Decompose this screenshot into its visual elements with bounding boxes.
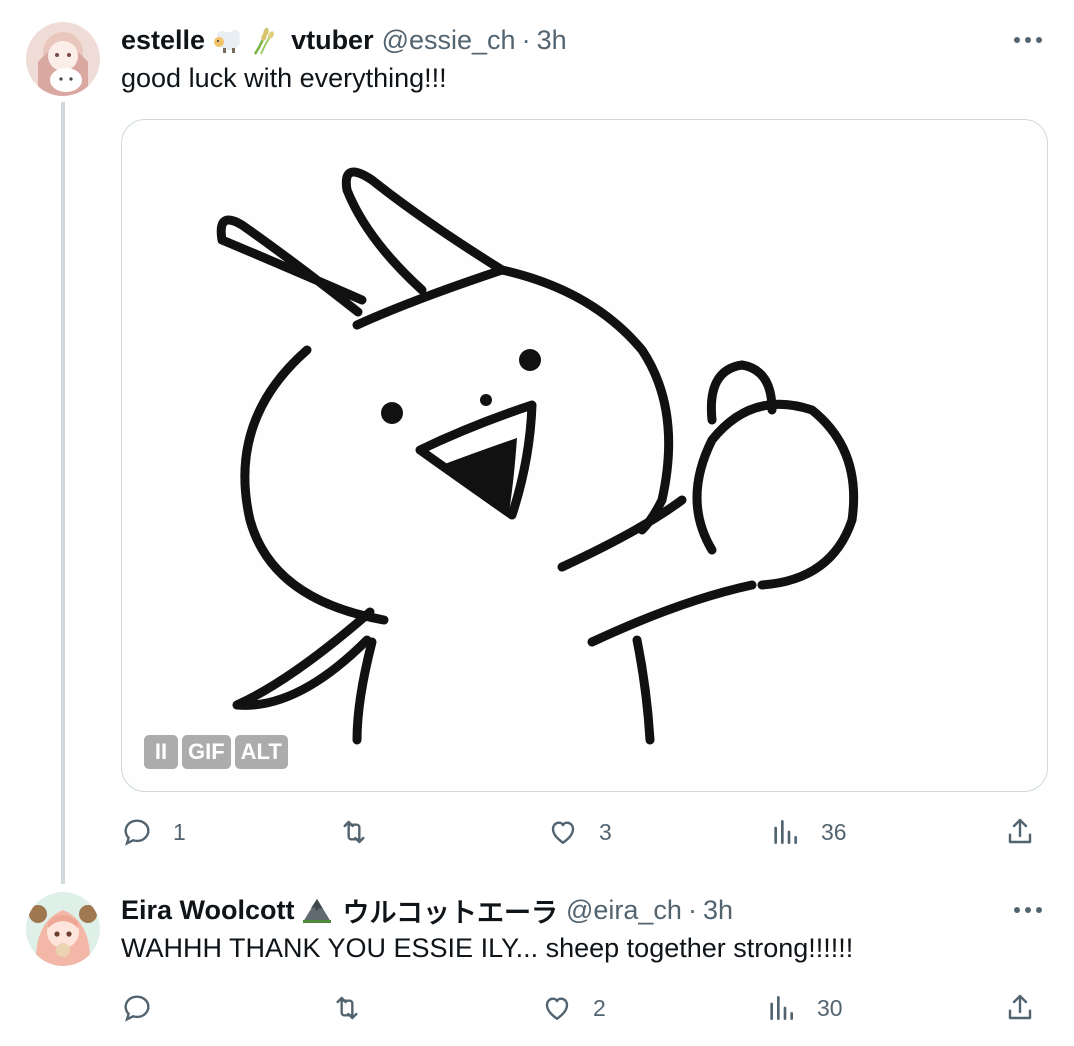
gif-badge: GIF xyxy=(182,735,231,769)
user-handle[interactable]: @essie_ch xyxy=(382,25,516,56)
views-icon xyxy=(774,820,797,844)
tweet-header: estelle vtuber @essie_ch · 3h xyxy=(121,22,567,58)
timestamp[interactable]: 3h xyxy=(703,895,733,926)
like-button[interactable]: 3 xyxy=(547,812,612,852)
display-name-suffix[interactable]: vtuber xyxy=(291,25,374,56)
more-icon xyxy=(1014,907,1042,913)
retweet-icon xyxy=(336,996,358,1020)
alt-text-button[interactable]: ALT xyxy=(234,735,288,769)
reply-icon xyxy=(124,819,150,846)
bunny-thumbs-up-illustration xyxy=(216,167,859,745)
user-handle[interactable]: @eira_ch xyxy=(566,895,682,926)
like-count: 3 xyxy=(599,818,612,845)
separator-dot: · xyxy=(687,894,697,925)
mountain-emoji xyxy=(301,894,333,926)
more-options-button[interactable] xyxy=(1010,892,1046,928)
share-button[interactable] xyxy=(1004,988,1036,1028)
avatar[interactable] xyxy=(26,22,100,96)
views-icon xyxy=(770,996,793,1020)
views-button[interactable]: 36 xyxy=(769,812,847,852)
like-count: 2 xyxy=(593,994,606,1021)
reply-button[interactable] xyxy=(121,988,173,1028)
views-count: 36 xyxy=(821,818,847,845)
reply-count: 1 xyxy=(173,818,186,845)
media-badges: II GIF ALT xyxy=(144,735,288,769)
views-count: 30 xyxy=(817,994,843,1021)
tweet-actions: 2 30 xyxy=(121,988,1046,1028)
rice-plant-emoji xyxy=(249,24,281,56)
more-icon xyxy=(1014,37,1042,43)
tweet-text: good luck with everything!!! xyxy=(121,63,447,93)
reply-icon xyxy=(124,995,150,1022)
reply-button[interactable]: 1 xyxy=(121,812,186,852)
retweet-icon xyxy=(343,820,365,844)
tweet-text: WAHHH THANK YOU ESSIE ILY... sheep toget… xyxy=(121,933,854,963)
heart-icon xyxy=(551,821,575,844)
heart-icon xyxy=(545,997,569,1020)
display-name-suffix[interactable]: ウルコットエーラ xyxy=(343,891,558,930)
gif-media[interactable]: II GIF ALT xyxy=(121,119,1048,792)
display-name[interactable]: Eira Woolcott xyxy=(121,895,295,926)
views-button[interactable]: 30 xyxy=(765,988,843,1028)
separator-dot: · xyxy=(521,24,531,55)
tweet-actions: 1 3 36 xyxy=(121,812,1046,852)
display-name[interactable]: estelle xyxy=(121,25,205,56)
pause-button[interactable]: II xyxy=(144,735,178,769)
more-options-button[interactable] xyxy=(1010,22,1046,58)
sheep-emoji xyxy=(211,24,243,56)
avatar[interactable] xyxy=(26,892,100,966)
tweet-estelle[interactable]: estelle vtuber @essie_ch · 3h good luck … xyxy=(0,0,1074,880)
retweet-button[interactable] xyxy=(338,812,390,852)
timestamp[interactable]: 3h xyxy=(537,25,567,56)
tweet-eira[interactable]: Eira Woolcott ウルコットエーラ @eira_ch · 3h WAH… xyxy=(0,880,1074,1046)
like-button[interactable]: 2 xyxy=(541,988,606,1028)
share-icon xyxy=(1008,818,1032,844)
tweet-header: Eira Woolcott ウルコットエーラ @eira_ch · 3h xyxy=(121,892,733,928)
share-icon xyxy=(1008,994,1032,1020)
retweet-button[interactable] xyxy=(331,988,383,1028)
share-button[interactable] xyxy=(1004,812,1036,852)
